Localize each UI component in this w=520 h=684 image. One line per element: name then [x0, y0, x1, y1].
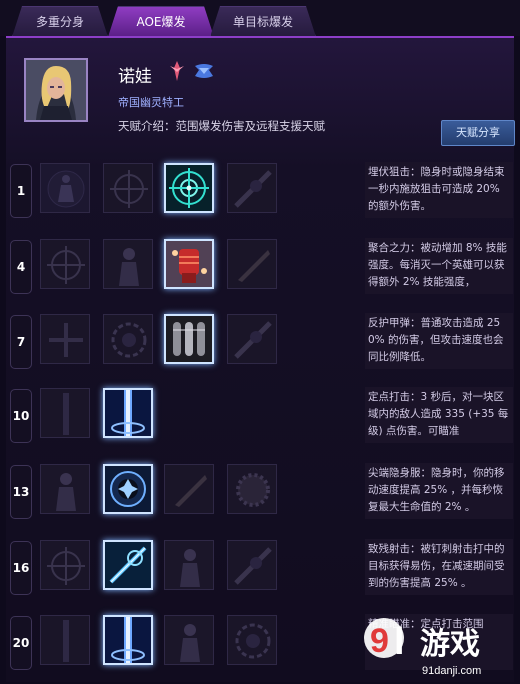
talent-row: 16 致残射击：被钉刺射击打中的目标获得易伤，在减速期间受到的伤害提高 25% …: [6, 537, 514, 597]
ring-dark-icon[interactable]: [227, 615, 277, 665]
silhouette-icon[interactable]: [40, 163, 90, 213]
talent-description: 尖端隐身服：隐身时，你的移动速度提高 25% ，并每秒恢复最大生命值的 2% 。: [365, 463, 513, 519]
scope-dark-icon[interactable]: [227, 163, 277, 213]
hero-name: 诺娃: [118, 67, 152, 87]
hero-portrait: [24, 58, 88, 122]
talent-level: 16: [10, 541, 32, 595]
site-watermark: 9 l 游戏 91danji.com: [358, 608, 518, 680]
talent-row: 1 埋伏狙击：隐身时或隐身结束一秒内施放狙击可造成 20% 的额外伤害。: [6, 160, 514, 220]
cross-dark-icon[interactable]: [40, 314, 90, 364]
talent-level: 13: [10, 465, 32, 519]
figure-dark-icon[interactable]: [164, 615, 214, 665]
gear-dark-icon[interactable]: [227, 464, 277, 514]
streak-dark-icon[interactable]: [40, 388, 90, 438]
blade-dark-icon[interactable]: [227, 239, 277, 289]
talent-description: 定点打击：3 秒后，对一块区域内的敌人造成 335 (+35 每级) 点伤害。可…: [365, 387, 513, 443]
figure-dark-icon[interactable]: [164, 540, 214, 590]
svg-text:9: 9: [370, 622, 389, 660]
crosshair-dark-icon[interactable]: [103, 163, 153, 213]
talent-description: 反护甲弹：普通攻击造成 250% 的伤害，但攻击速度也会同比例降低。: [365, 313, 513, 369]
svg-text:l: l: [394, 621, 405, 663]
streak-dark-icon[interactable]: [40, 615, 90, 665]
talent-description: 聚合之力：被动增加 8% 技能强度。每消灭一个英雄可以获得额外 2% 技能强度，: [365, 238, 513, 294]
talent-level: 4: [10, 240, 32, 294]
blade-dark-icon[interactable]: [164, 464, 214, 514]
power-fist-icon[interactable]: [164, 239, 214, 289]
talent-description: 致残射击：被钉刺射击打中的目标获得易伤，在减速期间受到的伤害提高 25% 。: [365, 539, 513, 595]
talent-level: 10: [10, 389, 32, 443]
crosshair-dark-icon[interactable]: [40, 239, 90, 289]
tab-multi-clone[interactable]: 多重分身: [12, 6, 108, 37]
snipe-icon[interactable]: [103, 540, 153, 590]
scope-dark-icon[interactable]: [227, 314, 277, 364]
tab-single-target-burst[interactable]: 单目标爆发: [210, 6, 316, 37]
talent-intro: 天赋介绍：范围爆发伤害及远程支援天赋: [118, 119, 325, 133]
precision-strike-icon[interactable]: [103, 615, 153, 665]
talent-level: 20: [10, 616, 32, 670]
talent-description: 埋伏狙击：隐身时或隐身结束一秒内施放狙击可造成 20% 的额外伤害。: [365, 162, 513, 218]
talent-row: 4 聚合之力：被动增加 8% 技能强度。每消灭一个英雄可以获得额外 2% 技能强…: [6, 236, 514, 296]
talent-row: 7 反护甲弹：普通攻击造成 250% 的伤害，但攻击速度也会同比例降低。: [6, 311, 514, 371]
talent-row: 13 尖端隐身服：隐身时，你的移动速度提高 25% ，并每秒恢复最大生命值的 2…: [6, 461, 514, 521]
watermark-site: 91danji.com: [422, 665, 481, 677]
figure-dark-icon[interactable]: [103, 239, 153, 289]
talent-panel: 诺娃 帝国幽灵特工 天赋介绍：范围爆发伤害及远程支援天赋 天赋分享 1 埋伏狙击…: [6, 36, 515, 682]
figure-dark-icon[interactable]: [40, 464, 90, 514]
watermark-logo-text: 游戏: [420, 627, 480, 662]
tab-aoe-burst[interactable]: AOE爆发: [108, 6, 214, 37]
terran-faction-icon: [193, 60, 215, 82]
crosshair-glow-icon[interactable]: [164, 163, 214, 213]
share-talent-button[interactable]: 天赋分享: [441, 120, 515, 146]
crosshair-dark-icon[interactable]: [40, 540, 90, 590]
assassin-role-icon: [166, 60, 188, 82]
talent-level: 1: [10, 164, 32, 218]
hero-header: 诺娃 帝国幽灵特工 天赋介绍：范围爆发伤害及远程支援天赋 天赋分享: [6, 38, 515, 156]
talent-level: 7: [10, 315, 32, 369]
precision-strike-icon[interactable]: [103, 388, 153, 438]
ring-dark-icon[interactable]: [103, 314, 153, 364]
scope-dark-icon[interactable]: [227, 540, 277, 590]
hero-title: 帝国幽灵特工: [118, 96, 184, 109]
tab-bar: 多重分身 AOE爆发 单目标爆发: [0, 0, 520, 36]
talent-row: 10 定点打击：3 秒后，对一块区域内的敌人造成 335 (+35 每级) 点伤…: [6, 385, 514, 445]
armored-bullets-icon[interactable]: [164, 314, 214, 364]
cloak-ring-icon[interactable]: [103, 464, 153, 514]
